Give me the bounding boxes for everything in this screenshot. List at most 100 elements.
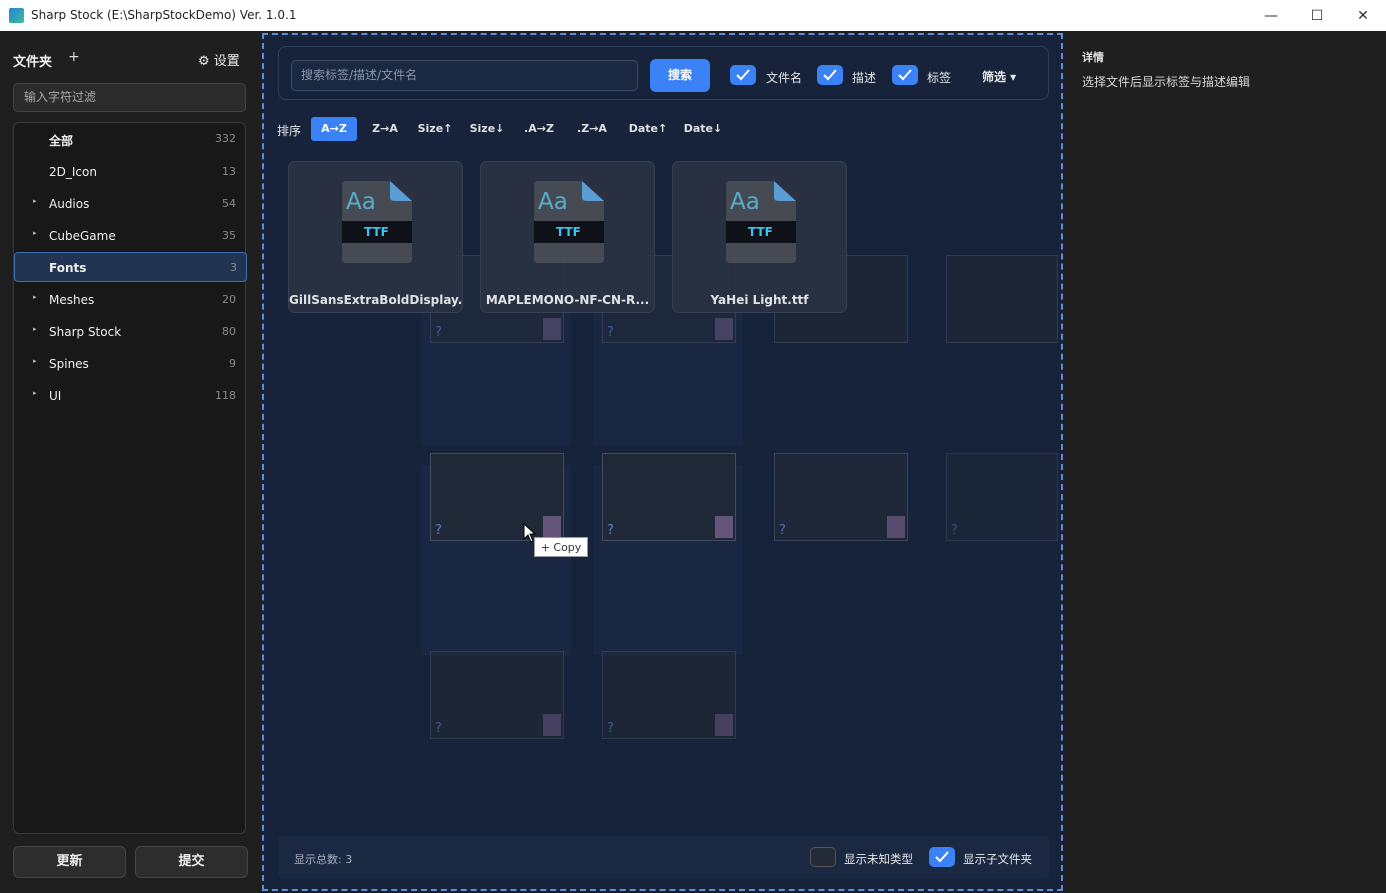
checkmark-icon xyxy=(935,851,949,863)
add-folder-button[interactable]: + xyxy=(68,49,80,65)
png-badge-icon xyxy=(715,516,733,538)
folder-name: Spines xyxy=(49,357,89,371)
drag-ghost-thumbnail: ? xyxy=(602,651,736,739)
folder-item-audios[interactable]: ▸ Audios 54 xyxy=(15,189,245,219)
search-bar: 搜索标签/描述/文件名 搜索 文件名 描述 标签 筛选 ▾ xyxy=(278,46,1049,100)
expand-arrow-icon[interactable]: ▸ xyxy=(33,389,37,397)
file-type-badge: TTF xyxy=(748,225,773,239)
drag-ghost-thumbnail: ? xyxy=(430,453,564,541)
filename-checkbox[interactable] xyxy=(730,65,756,85)
tag-checkbox[interactable] xyxy=(892,65,918,85)
expand-arrow-icon[interactable]: ▸ xyxy=(33,357,37,365)
folder-item-2d-icon[interactable]: 2D_Icon 13 xyxy=(15,157,245,187)
folder-item-fonts[interactable]: Fonts 3 xyxy=(14,252,247,282)
search-button[interactable]: 搜索 xyxy=(650,59,710,92)
folder-count: 3 xyxy=(230,261,237,274)
update-button[interactable]: 更新 xyxy=(13,846,126,878)
folder-count: 13 xyxy=(222,165,236,178)
folder-name: 全部 xyxy=(49,134,74,148)
font-preview-glyph: Aa xyxy=(730,189,760,215)
show-subfolders-label: 显示子文件夹 xyxy=(963,852,1032,866)
folder-name: 2D_Icon xyxy=(49,165,97,179)
sort-date-asc-button[interactable]: Date↑ xyxy=(623,117,673,141)
unknown-type-icon: ? xyxy=(435,325,442,340)
checkmark-icon xyxy=(823,69,837,81)
folder-item-meshes[interactable]: ▸ Meshes 20 xyxy=(15,285,245,315)
description-checkbox-label: 描述 xyxy=(852,71,877,85)
folder-count: 9 xyxy=(229,357,236,370)
folder-name: Sharp Stock xyxy=(49,325,122,339)
commit-button[interactable]: 提交 xyxy=(135,846,248,878)
folder-count: 35 xyxy=(222,229,236,242)
total-count: 显示总数: 3 xyxy=(294,853,353,866)
drag-copy-tooltip: + Copy xyxy=(534,537,588,557)
png-badge-icon xyxy=(543,516,561,538)
expand-arrow-icon[interactable]: ▸ xyxy=(33,229,37,237)
drag-ghost-thumbnail: ? xyxy=(946,453,1058,541)
folder-filter-input[interactable]: 输入字符过滤 xyxy=(13,83,246,112)
sort-size-desc-button[interactable]: Size↓ xyxy=(464,117,510,141)
drag-ghost-thumbnail xyxy=(946,255,1058,343)
sort-date-desc-button[interactable]: Date↓ xyxy=(678,117,728,141)
sort-ext-za-button[interactable]: .Z→A xyxy=(569,117,615,141)
filename-checkbox-label: 文件名 xyxy=(766,71,803,85)
show-unknown-types-label: 显示未知类型 xyxy=(844,852,913,866)
file-card[interactable]: Aa TTF MAPLEMONO-NF-CN-R... xyxy=(480,161,655,313)
png-badge-icon xyxy=(543,318,561,340)
sort-ext-az-button[interactable]: .A→Z xyxy=(516,117,562,141)
show-subfolders-checkbox[interactable] xyxy=(929,847,955,867)
unknown-type-icon: ? xyxy=(435,721,442,736)
sort-za-button[interactable]: Z→A xyxy=(362,117,408,141)
expand-arrow-icon[interactable]: ▸ xyxy=(33,197,37,205)
unknown-type-icon: ? xyxy=(607,325,614,340)
sort-size-asc-button[interactable]: Size↑ xyxy=(412,117,458,141)
checkmark-icon xyxy=(736,69,750,81)
detail-panel: 详情 选择文件后显示标签与描述编辑 xyxy=(1065,31,1386,893)
file-card[interactable]: Aa TTF GillSansExtraBoldDisplay... xyxy=(288,161,463,313)
description-checkbox[interactable] xyxy=(817,65,843,85)
title-bar: Sharp Stock (E:\SharpStockDemo) Ver. 1.0… xyxy=(0,0,1386,31)
file-type-badge: TTF xyxy=(556,225,581,239)
expand-arrow-icon[interactable]: ▸ xyxy=(33,325,37,333)
detail-hint: 选择文件后显示标签与描述编辑 xyxy=(1082,75,1251,89)
status-bar: 显示总数: 3 显示未知类型 显示子文件夹 xyxy=(278,836,1049,878)
sort-az-button[interactable]: A→Z xyxy=(311,117,357,141)
unknown-type-icon: ? xyxy=(435,523,442,538)
folder-panel-title: 文件夹 xyxy=(13,55,53,70)
minimize-button[interactable]: — xyxy=(1248,0,1294,31)
file-name: MAPLEMONO-NF-CN-R... xyxy=(485,293,650,307)
unknown-type-icon: ? xyxy=(951,523,958,538)
font-preview-glyph: Aa xyxy=(346,189,376,215)
window-title: Sharp Stock (E:\SharpStockDemo) Ver. 1.0… xyxy=(31,8,297,22)
png-badge-icon xyxy=(543,714,561,736)
folder-item-sharp-stock[interactable]: ▸ Sharp Stock 80 xyxy=(15,317,245,347)
file-name: YaHei Light.ttf xyxy=(710,293,809,307)
folder-item-spines[interactable]: ▸ Spines 9 xyxy=(15,349,245,379)
folder-count: 118 xyxy=(215,389,236,402)
folder-name: Fonts xyxy=(49,261,87,275)
folder-item-cubegame[interactable]: ▸ CubeGame 35 xyxy=(15,221,245,251)
close-button[interactable]: ✕ xyxy=(1340,0,1386,31)
maximize-button[interactable]: ☐ xyxy=(1294,0,1340,31)
folder-count: 54 xyxy=(222,197,236,210)
folder-count: 20 xyxy=(222,293,236,306)
folder-count: 332 xyxy=(215,132,236,145)
png-badge-icon xyxy=(715,318,733,340)
drag-ghost-thumbnail: ? xyxy=(430,651,564,739)
png-badge-icon xyxy=(887,516,905,538)
file-name: GillSansExtraBoldDisplay... xyxy=(289,293,462,307)
filter-dropdown[interactable]: 筛选 ▾ xyxy=(982,68,1016,85)
file-card[interactable]: Aa TTF YaHei Light.ttf xyxy=(672,161,847,313)
folder-item-all[interactable]: 全部 332 xyxy=(15,124,245,154)
search-input[interactable]: 搜索标签/描述/文件名 xyxy=(291,60,638,91)
expand-arrow-icon[interactable]: ▸ xyxy=(33,293,37,301)
app-icon xyxy=(9,8,24,23)
settings-button[interactable]: ⚙ 设置 xyxy=(198,50,240,69)
file-browser-panel[interactable]: 搜索标签/描述/文件名 搜索 文件名 描述 标签 筛选 ▾ 排序 A→Z Z→A… xyxy=(262,33,1063,891)
folder-item-ui[interactable]: ▸ UI 118 xyxy=(15,381,245,411)
tag-checkbox-label: 标签 xyxy=(927,71,952,85)
sidebar: 文件夹 + ⚙ 设置 输入字符过滤 全部 332 2D_Icon 13 ▸ Au… xyxy=(0,31,260,893)
folder-name: Audios xyxy=(49,197,90,211)
png-badge-icon xyxy=(715,714,733,736)
show-unknown-types-checkbox[interactable] xyxy=(810,847,836,867)
